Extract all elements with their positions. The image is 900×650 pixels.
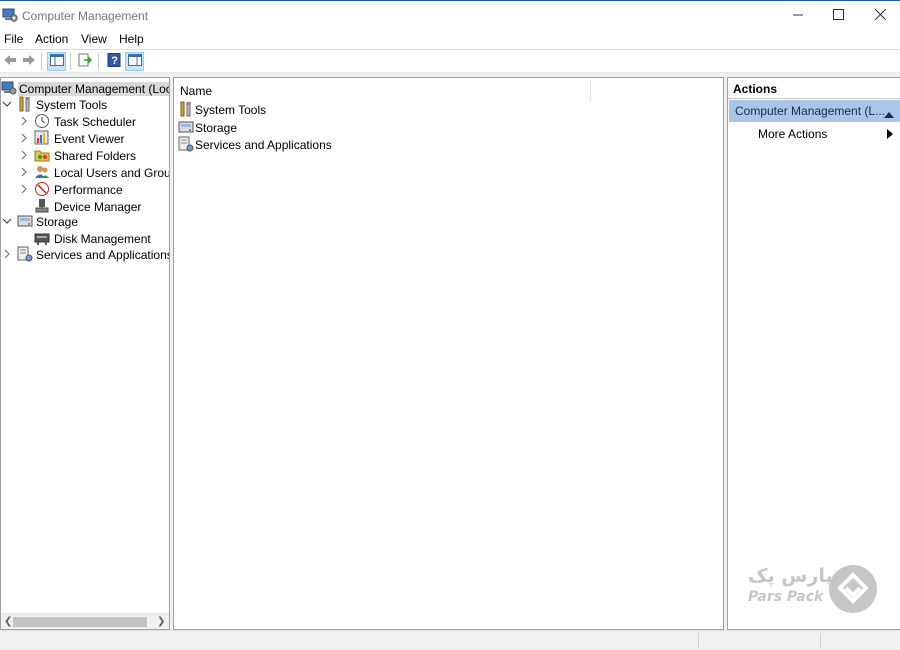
menu-help[interactable]: Help [119,32,144,46]
svg-text:?: ? [111,55,118,67]
divider [728,98,900,99]
chevron-right-icon[interactable] [19,132,29,144]
toolbar-separator [98,53,99,70]
tree-item-system-tools[interactable]: System Tools [1,96,169,113]
status-bar-divider [698,633,699,649]
computer-management-icon [1,80,17,96]
tree-item-performance[interactable]: Performance [1,181,169,198]
column-header-name[interactable]: Name [180,84,212,98]
disk-icon [34,230,50,246]
tools-icon [178,101,194,117]
storage-icon [17,213,33,229]
help-button[interactable]: ? [104,52,123,71]
close-icon [874,8,886,23]
services-icon [178,136,194,152]
chevron-down-icon[interactable] [2,215,12,227]
chevron-right-icon[interactable] [2,248,12,260]
back-button[interactable] [0,52,19,71]
tree-item-local-users-and-groups[interactable]: Local Users and Groups [1,164,169,181]
column-divider[interactable] [590,80,591,102]
computer-management-icon [2,7,18,23]
watermark-text-fa: پارس پک [748,565,833,587]
parspack-logo-icon [828,564,878,614]
result-pane[interactable]: Name System Tools Storage Services and A… [173,77,724,630]
shared-folders-icon [34,147,50,163]
actions-header: Actions [733,82,778,96]
status-bar [0,630,900,650]
submenu-arrow-icon [887,128,893,142]
toolbar-separator [70,53,71,70]
storage-icon [178,119,194,135]
tools-icon [17,96,33,112]
device-manager-icon [34,198,50,214]
minimize-button[interactable] [776,1,820,30]
menu-bar: File Action View Help [0,30,900,49]
forward-button[interactable] [19,52,38,71]
actions-pane: Actions Computer Management (L... More A… [727,77,900,630]
tree-item-shared-folders[interactable]: Shared Folders [1,147,169,164]
watermark-text-en: Pars Pack [748,589,824,605]
chevron-right-icon[interactable] [19,115,29,127]
menu-view[interactable]: View [81,32,107,46]
more-actions-item[interactable]: More Actions [758,127,827,141]
tree-item-services-and-applications[interactable]: Services and Applications [1,246,169,263]
scroll-left-icon[interactable]: ❮ [4,616,12,627]
show-hide-action-pane-button[interactable] [125,52,144,71]
export-list-icon [78,53,92,70]
toolbar-separator [41,53,42,70]
toolbar: ? [0,49,900,73]
tree-item-event-viewer[interactable]: Event Viewer [1,130,169,147]
services-icon [17,246,33,262]
tree-item-disk-management[interactable]: Disk Management [1,230,169,247]
tree-root[interactable]: Computer Management (Local [1,80,169,97]
chevron-down-icon[interactable] [2,98,12,110]
scroll-right-icon[interactable]: ❯ [157,616,165,627]
collapse-up-icon[interactable] [884,107,894,121]
actions-section-title: Computer Management (L... [735,104,886,118]
menu-file[interactable]: File [4,32,23,46]
users-icon [34,164,50,180]
show-hide-console-tree-button[interactable] [47,52,66,71]
chevron-right-icon[interactable] [19,166,29,178]
chevron-right-icon[interactable] [19,183,29,195]
chevron-right-icon[interactable] [19,149,29,161]
show-hide-action-pane-icon [127,54,142,69]
console-tree[interactable]: Computer Management (Local System Tools … [0,77,170,630]
forward-arrow-icon [22,54,36,69]
export-list-button[interactable] [75,52,94,71]
event-viewer-icon [34,130,50,146]
tree-horizontal-scrollbar[interactable]: ❮ ❯ [1,613,169,629]
maximize-icon [832,8,844,23]
minimize-icon [793,9,803,23]
tree-item-task-scheduler[interactable]: Task Scheduler [1,113,169,130]
scrollbar-thumb[interactable] [13,617,147,627]
menu-action[interactable]: Action [35,32,68,46]
help-icon: ? [107,53,121,70]
status-bar-divider [820,633,821,649]
performance-icon [34,181,50,197]
window-title: Computer Management [22,9,149,23]
maximize-button[interactable] [816,1,860,30]
back-arrow-icon [3,54,17,69]
actions-section-header[interactable]: Computer Management (L... [729,100,900,122]
clock-icon [34,113,50,129]
parspack-watermark: پارس پک Pars Pack [745,563,880,618]
title-bar: Computer Management [0,0,900,30]
close-button[interactable] [858,1,900,30]
tree-root-label: Computer Management (Local [18,82,169,96]
tree-item-storage[interactable]: Storage [1,213,169,230]
show-hide-console-tree-icon [49,54,64,69]
